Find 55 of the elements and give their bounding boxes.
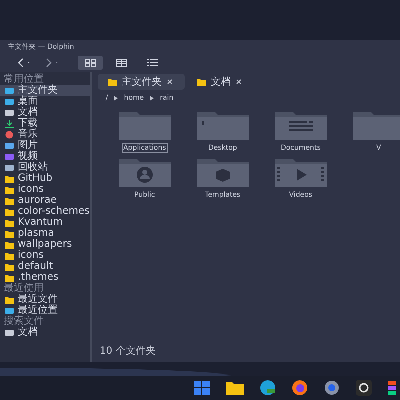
close-icon[interactable] [166,79,173,85]
section-heading: 搜索文件 [3,316,45,327]
sidebar-item[interactable]: 文档 [0,107,90,118]
sidebar-item[interactable]: 下载 [0,118,90,129]
trash-icon [5,164,14,172]
sidebar-item[interactable]: 音乐 [0,129,90,140]
sidebar-item[interactable]: wallpapers [0,239,90,250]
browser-icon[interactable] [260,380,276,396]
video-icon [5,152,14,160]
sidebar-item[interactable]: GitHub [0,173,90,184]
sidebar-item[interactable]: default [0,261,90,272]
sidebar-item[interactable]: 最近位置 [0,305,90,316]
sidebar-item[interactable]: 回收站 [0,162,90,173]
sidebar-item[interactable]: 视频 [0,151,90,162]
start-menu-icon[interactable] [194,381,210,395]
status-text: 10 个文件夹 [98,344,157,359]
download-icon [5,120,14,128]
folder-icon [196,78,206,86]
sidebar-item[interactable]: aurorae [0,195,90,206]
tab[interactable]: 文档 [186,74,254,90]
folder-icon[interactable] [226,381,244,395]
folder-icon [108,78,117,86]
sidebar-item[interactable]: 图片 [0,140,90,151]
section-heading: 常用位置 [3,74,45,85]
forward-arrow-icon[interactable] [46,58,60,68]
settings-icon[interactable] [324,380,340,396]
fox-browser-icon[interactable] [292,380,308,396]
picture-icon [5,142,14,150]
document-icon [5,328,14,336]
tab[interactable]: 主文件夹 [98,74,185,90]
music-icon [5,130,14,138]
sidebar-item[interactable]: icons [0,250,90,261]
sidebar-item[interactable]: Kvantum [0,217,90,228]
icons-view-button[interactable] [78,56,103,70]
sidebar-item[interactable]: plasma [0,228,90,239]
sidebar-item[interactable]: .themes [0,272,90,283]
close-icon[interactable] [236,79,242,85]
sidebar-item[interactable]: icons [0,184,90,195]
list-icon[interactable] [147,59,158,67]
sidebar-item[interactable]: 最近文件 [0,294,90,305]
table-icon[interactable] [116,59,127,67]
sidebar-item[interactable]: 桌面 [0,96,90,107]
back-arrow-icon[interactable] [18,58,32,68]
sidebar-item[interactable]: 主文件夹 [0,85,90,96]
document-icon [5,108,14,116]
arrow-icon [150,96,154,100]
github-icon[interactable] [356,380,372,396]
section-heading: 最近使用 [3,283,44,294]
sidebar-item[interactable]: 文档 [0,327,90,338]
sidebar-item[interactable]: color-schemes [0,206,90,217]
folder-icon [5,296,14,304]
grid-icon[interactable] [85,59,96,67]
monitor-icon [5,306,14,314]
app-icon[interactable] [388,381,396,395]
arrow-icon [114,96,118,100]
